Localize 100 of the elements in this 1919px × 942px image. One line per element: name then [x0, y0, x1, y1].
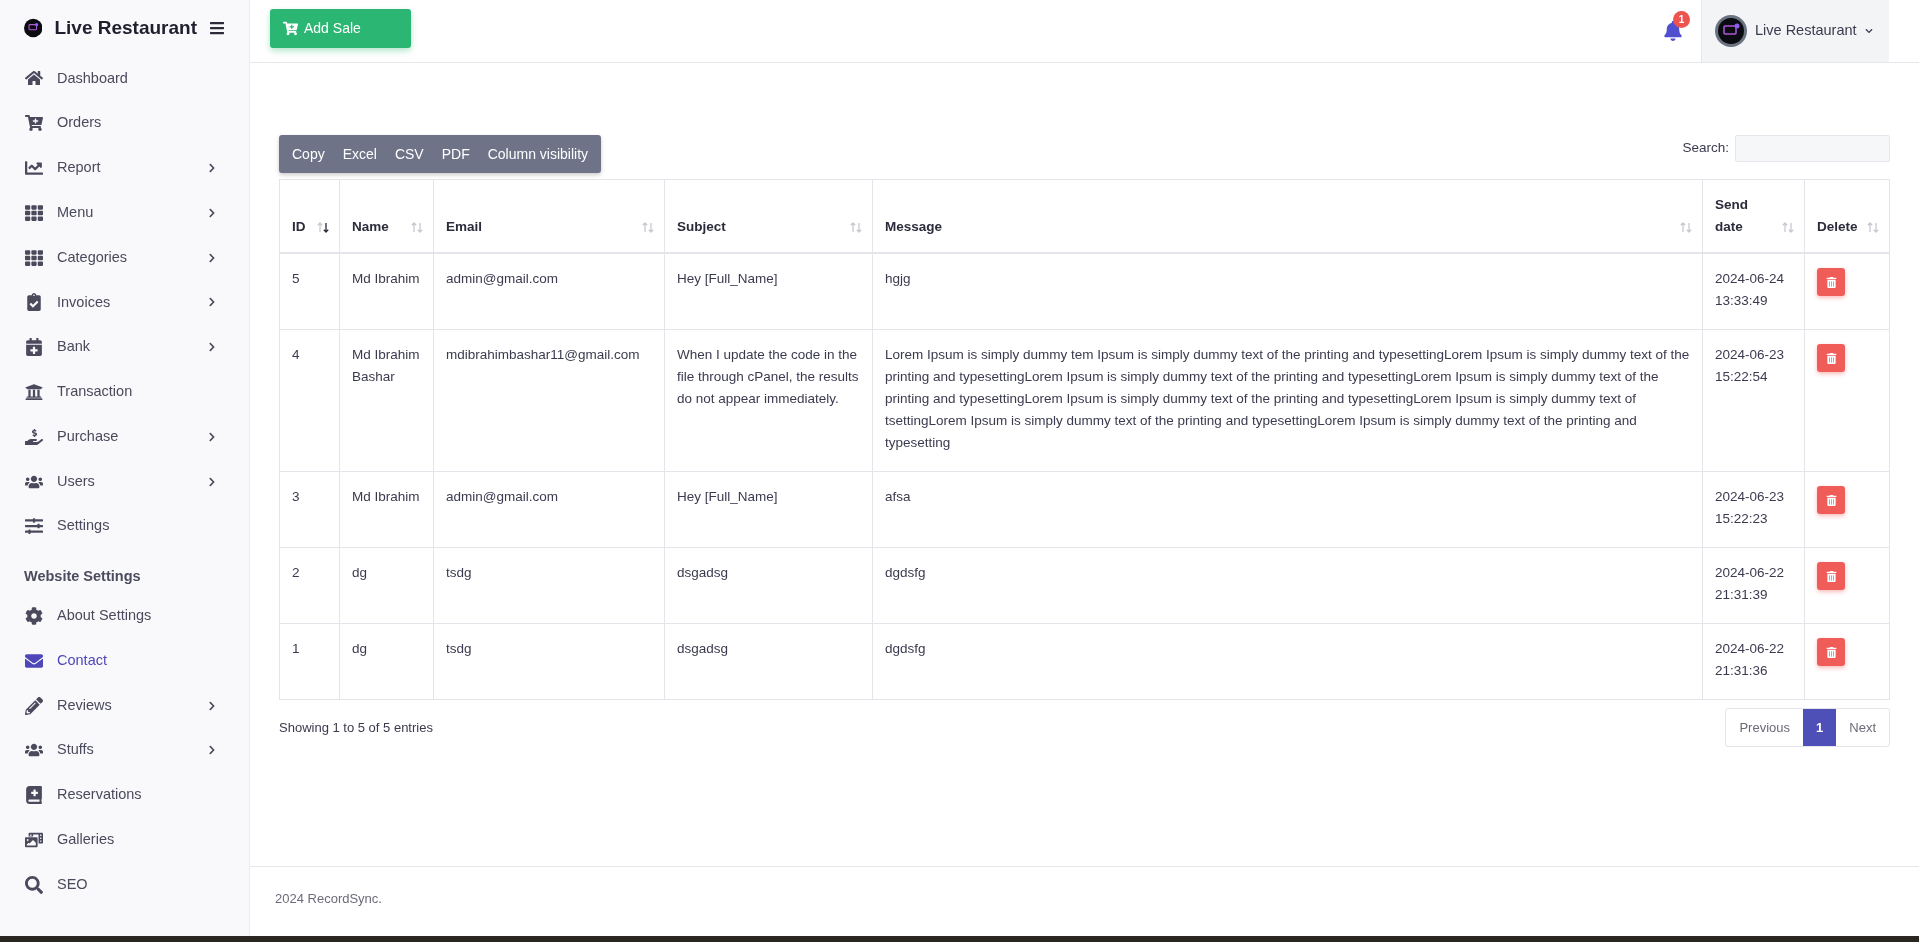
house-icon	[24, 69, 44, 88]
table-cell: mdibrahimbashar11@gmail.com	[446, 347, 640, 362]
table-cell: 2024-06-23 15:22:54	[1715, 347, 1785, 384]
sidebar-item[interactable]: Invoices	[0, 280, 249, 325]
column-header[interactable]: Subject	[664, 179, 873, 253]
table-cell: When I update the code in the file through cPanel, the results do not appear immediately.	[677, 347, 859, 406]
sidebar-item[interactable]: Orders	[0, 100, 249, 146]
chevron-right-icon	[207, 700, 217, 711]
sidebar-label: Report	[57, 158, 101, 178]
pencil-icon	[24, 696, 44, 715]
column-header[interactable]: ID	[279, 179, 340, 253]
table-cell: Md Ibrahim Bashar	[352, 347, 420, 384]
sidebar-item[interactable]: Transaction	[0, 369, 249, 415]
grid-icon	[24, 248, 44, 267]
table-cell: dg	[352, 565, 368, 580]
sidebar-label: Menu	[57, 202, 94, 222]
grid-icon	[24, 203, 44, 222]
chevron-right-icon	[207, 431, 217, 442]
export-button[interactable]: Column visibility	[478, 135, 598, 173]
table-cell: Hey [Full_Name]	[677, 271, 778, 286]
avatar-icon	[1715, 15, 1747, 47]
chevron-right-icon	[207, 207, 217, 218]
table-cell: afsa	[885, 489, 911, 504]
sidebar-label: Purchase	[57, 426, 119, 446]
table-cell: 1	[292, 641, 300, 656]
user-menu[interactable]: Live Restaurant	[1701, 0, 1889, 62]
export-button[interactable]: PDF	[432, 135, 479, 173]
column-header[interactable]: Name	[339, 179, 434, 253]
sidebar-item[interactable]: Users	[0, 459, 249, 504]
book-plus-icon	[24, 786, 44, 805]
table-cell: dgdsfg	[885, 565, 926, 580]
sidebar-label: About Settings	[57, 606, 152, 626]
sidebar-label: Invoices	[57, 292, 111, 312]
table-cell: admin@gmail.com	[446, 271, 558, 286]
sidebar-label: Stuffs	[57, 740, 94, 760]
column-header[interactable]: Message	[872, 179, 1703, 253]
table-cell: 2024-06-22 21:31:36	[1715, 641, 1785, 678]
sidebar-item[interactable]: Purchase	[0, 414, 249, 460]
delete-button[interactable]	[1817, 344, 1845, 372]
export-button[interactable]: CSV	[385, 135, 433, 173]
trash-icon	[1825, 276, 1837, 288]
sidebar-item[interactable]: About Settings	[0, 593, 249, 639]
column-header[interactable]: Delete	[1804, 179, 1890, 253]
pagination-button[interactable]: Next	[1836, 709, 1889, 746]
table-cell: 5	[292, 271, 300, 286]
table-cell: dsgadsg	[677, 641, 729, 656]
sidebar-item[interactable]: Galleries	[0, 817, 249, 863]
footer-text: 2024 RecordSync.	[275, 889, 382, 908]
table-cell: tsdg	[446, 641, 472, 656]
sidebar-item[interactable]: Contact	[0, 638, 249, 684]
sidebar-item[interactable]: Reviews	[0, 683, 249, 728]
sidebar-label: Reviews	[57, 695, 112, 715]
sidebar-label: SEO	[57, 874, 88, 894]
caret-icon	[1864, 27, 1873, 35]
delete-button[interactable]	[1817, 638, 1845, 666]
menu-icon[interactable]	[209, 20, 225, 36]
search-field[interactable]	[1735, 135, 1890, 162]
sidebar-label: Galleries	[57, 830, 115, 849]
sidebar-label: Dashboard	[57, 68, 128, 88]
table-cell: dsgadsg	[677, 565, 729, 580]
chevron-right-icon	[207, 297, 217, 308]
sliders-icon	[24, 517, 44, 536]
photos-icon	[24, 830, 44, 849]
sidebar-item[interactable]: Report	[0, 145, 249, 191]
export-button[interactable]: Copy	[283, 135, 334, 173]
delete-button[interactable]	[1817, 562, 1845, 590]
export-button[interactable]: Excel	[333, 135, 386, 173]
calendar-plus-icon	[24, 338, 44, 357]
sidebar-item[interactable]: Categories	[0, 235, 249, 280]
sidebar-item[interactable]: Dashboard	[0, 56, 249, 101]
trash-icon	[1825, 352, 1837, 364]
sidebar-item[interactable]: Bank	[0, 324, 249, 370]
column-header[interactable]: Send date	[1702, 179, 1805, 253]
sidebar-label: Categories	[57, 247, 128, 267]
sidebar-label: Reservations	[57, 785, 142, 805]
sidebar-item[interactable]: Stuffs	[0, 727, 249, 773]
cart-icon	[283, 21, 298, 36]
chevron-right-icon	[207, 342, 217, 353]
clipboard-check-icon	[24, 293, 44, 312]
search-label: Search:	[1682, 139, 1729, 158]
table-cell: 2	[292, 565, 300, 580]
trash-icon	[1825, 646, 1837, 658]
envelope-icon	[24, 651, 44, 670]
trash-icon	[1825, 570, 1837, 582]
delete-button[interactable]	[1817, 486, 1845, 514]
table-cell: Hey [Full_Name]	[677, 489, 778, 504]
sidebar-label: Transaction	[57, 382, 133, 402]
sidebar-label: Orders	[57, 113, 102, 133]
delete-button[interactable]	[1817, 268, 1845, 296]
pagination-button[interactable]: Previous	[1726, 709, 1804, 746]
search-icon	[24, 875, 44, 894]
table-cell: tsdg	[446, 565, 472, 580]
sort-arrows-icon[interactable]	[317, 222, 329, 233]
sidebar-item[interactable]: Settings	[0, 503, 249, 549]
sidebar-item[interactable]: Reservations	[0, 772, 249, 818]
sidebar-item[interactable]: Menu	[0, 190, 249, 236]
column-header[interactable]: Email	[433, 179, 665, 253]
sidebar-item[interactable]: SEO	[0, 862, 249, 908]
bank-building-icon	[24, 382, 44, 401]
pagination-button[interactable]: 1	[1803, 709, 1837, 746]
